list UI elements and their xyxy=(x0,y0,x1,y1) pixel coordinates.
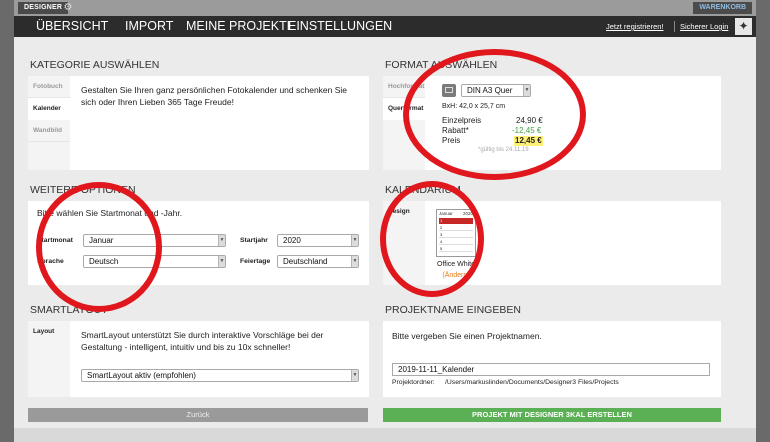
feiertage-label: Feiertage xyxy=(240,258,271,265)
tab-hochformat[interactable]: Hochformat xyxy=(383,76,425,98)
sprache-value: Deutsch xyxy=(89,257,119,266)
nav-uebersicht[interactable]: ÜBERSICHT xyxy=(36,16,108,37)
startmonat-select[interactable]: Januar ▼ xyxy=(83,234,226,247)
back-button[interactable]: Zurück xyxy=(28,408,368,422)
thumb-year: 2020 xyxy=(462,211,473,216)
price-label-rabatt: Rabatt* xyxy=(442,126,469,135)
projektname-title: PROJEKTNAME EINGEBEN xyxy=(385,304,521,316)
format-select-value: DIN A3 Quer xyxy=(467,86,513,95)
thumb-row: 3 xyxy=(439,232,473,238)
startjahr-value: 2020 xyxy=(283,236,301,245)
feiertage-select[interactable]: Deutschland ▼ xyxy=(277,255,359,268)
chevron-down-icon: ▼ xyxy=(218,235,225,246)
nav-einstellungen[interactable]: EINSTELLUNGEN xyxy=(288,16,392,37)
thumb-row: 1 xyxy=(439,218,473,224)
format-title: FORMAT AUSWÄHLEN xyxy=(385,59,498,71)
kalendarium-panel: Design Januar 2020 1 2 3 4 5 Office Whit… xyxy=(383,201,721,285)
tab-kalender[interactable]: Kalender xyxy=(28,98,70,120)
startmonat-value: Januar xyxy=(89,236,114,245)
chevron-down-icon: ▼ xyxy=(351,370,358,381)
format-dimensions: BxH: 42,0 x 25,7 cm xyxy=(442,103,506,110)
projektordner-path: /Users/markuslinden/Documents/Designer3 … xyxy=(445,379,619,386)
smartlayout-select[interactable]: SmartLayout aktiv (empfohlen) ▼ xyxy=(81,369,359,382)
register-link[interactable]: Jetzt registrieren! xyxy=(606,16,664,37)
bird-logo-icon[interactable]: ✦ xyxy=(735,18,752,35)
optionen-intro: Bitte wählen Sie Startmonat und -Jahr. xyxy=(37,208,183,218)
chevron-down-icon: ▼ xyxy=(218,256,225,267)
price-value-rabatt: -12,45 € xyxy=(512,126,542,135)
tab-design[interactable]: Design xyxy=(383,201,425,223)
price-label-preis: Preis xyxy=(442,136,461,145)
cart-button[interactable]: WARENKORB xyxy=(693,2,752,14)
price-valid-note: *gültig bis 24.11.19 xyxy=(478,147,529,153)
kategorie-panel: Fotobuch Kalender Wandbild Gestalten Sie… xyxy=(28,76,369,170)
tab-wandbild[interactable]: Wandbild xyxy=(28,120,70,142)
price-label-einzel: Einzelpreis xyxy=(442,116,482,125)
smartlayout-select-value: SmartLayout aktiv (empfohlen) xyxy=(87,371,196,380)
smartlayout-panel: Layout SmartLayout unterstützt Sie durch… xyxy=(28,321,369,397)
optionen-panel: Bitte wählen Sie Startmonat und -Jahr. S… xyxy=(28,201,369,285)
design-name: Office White xyxy=(437,261,475,268)
calendar-design-thumbnail[interactable]: Januar 2020 1 2 3 4 5 xyxy=(436,209,476,257)
format-preview-icon xyxy=(442,84,456,97)
chevron-down-icon: ▼ xyxy=(351,235,358,246)
chevron-down-icon: ▼ xyxy=(351,256,358,267)
projektname-panel: Bitte vergeben Sie einen Projektnamen. 2… xyxy=(383,321,721,397)
login-link[interactable]: Sicherer Login xyxy=(680,16,728,37)
feiertage-value: Deutschland xyxy=(283,257,328,266)
top-bar xyxy=(14,0,756,16)
tab-fotobuch[interactable]: Fotobuch xyxy=(28,76,70,98)
brand-logo: DESIGNER xyxy=(18,2,69,14)
nav-divider xyxy=(674,21,675,32)
thumb-row: 4 xyxy=(439,239,473,245)
format-select[interactable]: DIN A3 Quer ▼ xyxy=(461,84,531,97)
sprache-select[interactable]: Deutsch ▼ xyxy=(83,255,226,268)
price-value-einzel: 24,90 € xyxy=(516,116,543,125)
main-nav: ÜBERSICHT IMPORT MEINE PROJEKTE EINSTELL… xyxy=(14,16,756,37)
price-value-preis: 12,45 € xyxy=(514,136,543,146)
optionen-title: WEITERE OPTIONEN xyxy=(30,184,136,196)
kalendarium-title: KALENDARIUM xyxy=(385,184,461,196)
kategorie-title: KATEGORIE AUSWÄHLEN xyxy=(30,59,160,71)
smartlayout-description: SmartLayout unterstützt Sie durch intera… xyxy=(81,330,324,352)
chevron-down-icon: ▼ xyxy=(523,85,530,96)
create-project-button[interactable]: PROJEKT MIT DESIGNER 3KAL ERSTELLEN xyxy=(383,408,721,422)
bottom-bar xyxy=(14,428,756,442)
startjahr-select[interactable]: 2020 ▼ xyxy=(277,234,359,247)
nav-meine-projekte[interactable]: MEINE PROJEKTE xyxy=(186,16,295,37)
tab-layout[interactable]: Layout xyxy=(28,321,70,343)
kategorie-description: Gestalten Sie Ihren ganz persönlichen Fo… xyxy=(81,85,348,107)
sprache-label: Sprache xyxy=(37,258,64,265)
thumb-month: Januar xyxy=(439,211,453,216)
startjahr-label: Startjahr xyxy=(240,237,268,244)
change-design-link[interactable]: (Ändern) xyxy=(426,271,486,281)
startmonat-label: Startmonat xyxy=(37,237,73,244)
thumb-row: 2 xyxy=(439,225,473,231)
gear-icon[interactable]: ⚙ xyxy=(62,2,74,14)
thumb-row: 5 xyxy=(439,246,473,252)
nav-import[interactable]: IMPORT xyxy=(125,16,173,37)
smartlayout-title: SMARTLAYOUT xyxy=(30,304,108,316)
projektname-input[interactable]: 2019-11-11_Kalender xyxy=(392,363,710,376)
format-panel: Hochformat Querformat DIN A3 Quer ▼ BxH:… xyxy=(383,76,721,170)
projektname-prompt: Bitte vergeben Sie einen Projektnamen. xyxy=(392,331,542,341)
projektordner-label: Projektordner: xyxy=(392,379,435,386)
tab-querformat[interactable]: Querformat xyxy=(383,98,425,120)
